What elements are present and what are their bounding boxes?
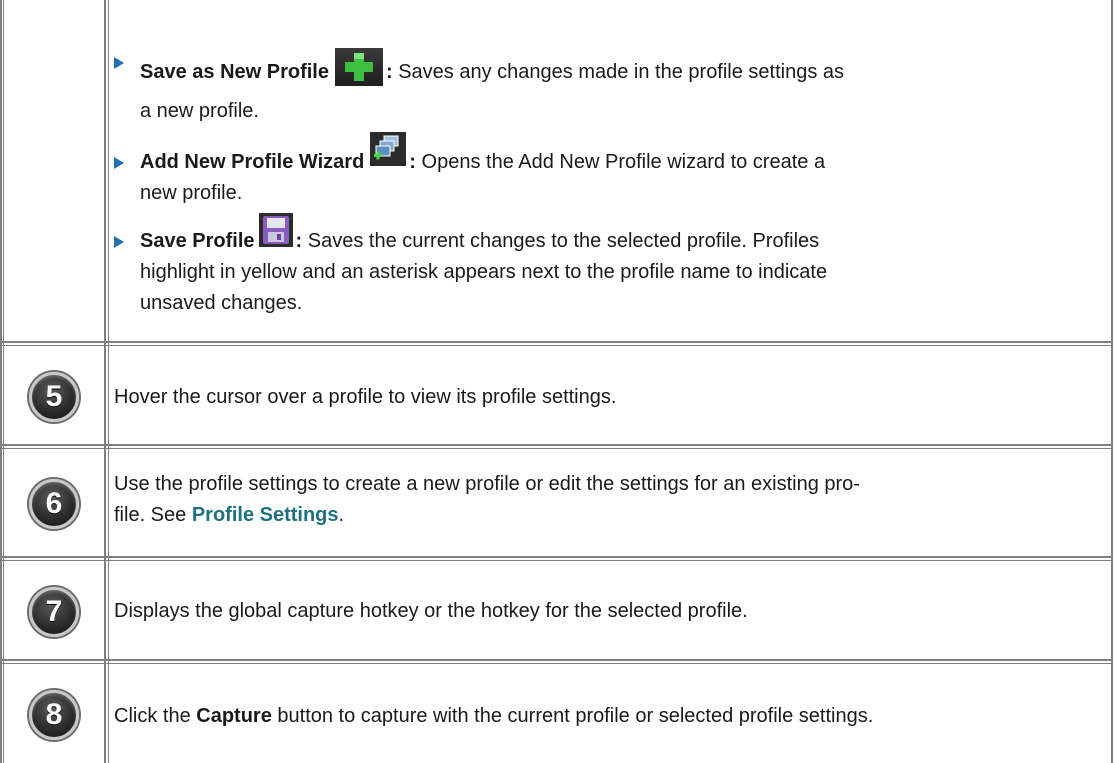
- item-label: Save Profile: [140, 230, 255, 252]
- bullet-arrow-icon: [114, 57, 124, 69]
- column-divider-inner: [108, 0, 109, 763]
- item-description-cont: new profile.: [140, 182, 243, 204]
- step-7-badge: 7: [29, 586, 79, 637]
- item-label: Save as New Profile: [140, 61, 329, 83]
- step-8-text-pre: Click the: [114, 705, 197, 727]
- item-colon: :: [295, 230, 303, 252]
- step-number: 8: [45, 698, 63, 731]
- green-plus-icon: [334, 48, 383, 96]
- item-description-cont: highlight in yellow and an asterisk appe…: [140, 261, 828, 283]
- step-8-badge: 8: [29, 690, 79, 740]
- step-5-badge: 5: [29, 371, 79, 422]
- step-number-cell: 7: [2, 564, 106, 659]
- step-7-text: Displays the global capture hotkey or th…: [114, 600, 748, 622]
- bullet-arrow-icon: [114, 157, 124, 169]
- step-6-text-line2: file. See: [114, 504, 192, 526]
- row-divider: [0, 659, 1113, 661]
- list-item-add-new-profile-wizard: Add New Profile Wizard: Opens the Add Ne…: [114, 132, 1100, 209]
- item-description: Saves any changes made in the profile se…: [398, 61, 845, 83]
- step-number-cell: 6: [2, 452, 106, 556]
- item-description: Saves the current changes to the selecte…: [307, 230, 820, 252]
- step-6-text: Use the profile settings to create a new…: [114, 469, 1104, 531]
- profile-wizard-icon: [370, 132, 407, 176]
- list-item-save-profile: Save Profile: Saves the current changes …: [114, 213, 1100, 319]
- list-item-save-as-new-profile: Save as New Profile: Saves any changes m…: [114, 48, 1100, 127]
- row-divider: [0, 341, 1113, 343]
- row-divider: [0, 444, 1113, 446]
- item-description: Opens the Add New Profile wizard to crea…: [421, 151, 826, 173]
- step-6-badge: 6: [29, 479, 79, 529]
- profile-settings-link[interactable]: Profile Settings: [192, 504, 339, 526]
- step-8-text: Click the Capture button to capture with…: [114, 701, 1104, 732]
- step-6-text-line1: Use the profile settings to create a new…: [114, 473, 860, 495]
- row-divider: [0, 556, 1113, 558]
- step-number: 7: [45, 594, 63, 628]
- row-divider-inner: [0, 345, 1113, 346]
- steps-table: Save as New Profile: Saves any changes m…: [0, 0, 1113, 763]
- table-border-right: [1111, 0, 1113, 763]
- step-5-text: Hover the cursor over a profile to view …: [114, 386, 617, 408]
- save-disk-icon: [258, 213, 293, 257]
- step-number-cell: 8: [2, 667, 106, 763]
- capture-term: Capture: [196, 705, 272, 727]
- item-colon: :: [385, 61, 393, 83]
- item-description-cont: unsaved changes.: [140, 292, 303, 314]
- step-number: 6: [45, 487, 63, 520]
- step-number: 5: [45, 379, 63, 413]
- item-description-cont: a new profile.: [140, 100, 259, 122]
- item-colon: :: [409, 151, 416, 173]
- step-6-period: .: [338, 504, 345, 526]
- row-divider-inner: [0, 663, 1113, 664]
- row-divider-inner: [0, 448, 1113, 449]
- row-divider-inner: [0, 560, 1113, 561]
- bullet-arrow-icon: [114, 236, 124, 248]
- step-number-cell: 5: [2, 349, 106, 444]
- step-8-text-post: button to capture with the current profi…: [271, 705, 874, 727]
- item-label: Add New Profile Wizard: [140, 151, 365, 173]
